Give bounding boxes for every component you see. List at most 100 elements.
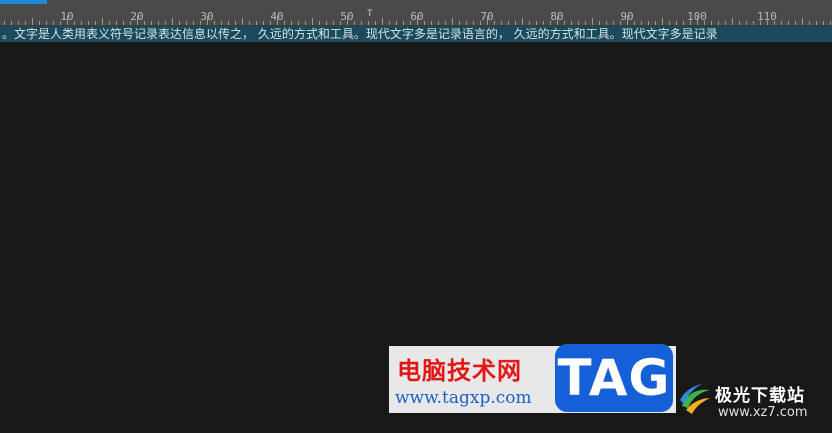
ruler-tick — [263, 21, 264, 25]
ruler-tick — [459, 21, 460, 25]
ruler-tick — [431, 21, 432, 25]
ruler-tick — [662, 18, 663, 25]
ruler-tick — [361, 21, 362, 25]
ruler-tick — [319, 21, 320, 25]
ruler-tick — [291, 21, 292, 25]
ruler-tick — [641, 21, 642, 25]
ruler-tick — [550, 21, 551, 25]
ruler-tick — [333, 21, 334, 25]
ruler-tick — [116, 21, 117, 25]
ruler-tick — [242, 18, 243, 25]
ruler-tick — [592, 18, 593, 25]
ruler-tick — [473, 21, 474, 25]
tab-stop-marker[interactable]: T — [367, 10, 372, 19]
ruler-tick — [403, 21, 404, 25]
ruler-tick — [340, 21, 341, 25]
ruler-tick — [557, 16, 558, 25]
selected-text-line[interactable]: 。文字是人类用表义符号记录表达信息以传之， 久远的方式和工具。现代文字多是记录语… — [0, 26, 832, 42]
ruler-tick — [634, 21, 635, 25]
ruler-tick — [795, 21, 796, 25]
ruler-tick — [221, 21, 222, 25]
ruler-tick — [683, 21, 684, 25]
ruler-tick — [424, 21, 425, 25]
ruler-tick — [60, 21, 61, 25]
ruler-tick — [452, 18, 453, 25]
ruler-tick — [95, 21, 96, 25]
ruler-tick — [788, 21, 789, 25]
ruler-tick — [25, 21, 26, 25]
ruler-tick — [774, 21, 775, 25]
ruler-tick — [151, 21, 152, 25]
ruler-tick — [305, 21, 306, 25]
ruler-accent-bar — [0, 0, 47, 4]
ruler-tick — [235, 21, 236, 25]
ruler-tick — [753, 21, 754, 25]
ruler-tick — [46, 21, 47, 25]
ruler-tick — [228, 21, 229, 25]
horizontal-ruler[interactable]: 10 20 30 40 50 60 70 80 90 100 110 T — [0, 0, 832, 26]
ruler-tick — [375, 21, 376, 25]
ruler-tick — [536, 21, 537, 25]
ruler-tick — [389, 21, 390, 25]
ruler-tick — [312, 18, 313, 25]
ruler-tick — [172, 18, 173, 25]
ruler-tick — [823, 21, 824, 25]
ruler-tick — [585, 21, 586, 25]
ruler-tick — [578, 21, 579, 25]
ruler-tick — [200, 21, 201, 25]
ruler-tick — [207, 16, 208, 25]
ruler-tick — [760, 21, 761, 25]
ruler-tick — [746, 21, 747, 25]
watermark-url: www.tagxp.com — [395, 388, 532, 408]
ruler-tick — [809, 21, 810, 25]
ruler-tick — [298, 21, 299, 25]
ruler-tick — [697, 16, 698, 25]
ruler-tick — [655, 21, 656, 25]
ruler-tick — [501, 21, 502, 25]
ruler-tick — [648, 21, 649, 25]
ruler-tick — [711, 21, 712, 25]
ruler-tick — [18, 21, 19, 25]
ruler-tick — [123, 21, 124, 25]
ruler-tick — [606, 21, 607, 25]
ruler-tick — [494, 21, 495, 25]
ruler-tick — [144, 21, 145, 25]
ruler-tick — [739, 21, 740, 25]
ruler-tick — [438, 21, 439, 25]
ruler-tick — [214, 21, 215, 25]
ruler-tick — [396, 21, 397, 25]
ruler-tick — [508, 21, 509, 25]
watermark-tag-logo: TAG — [555, 344, 673, 412]
ruler-tick — [704, 21, 705, 25]
ruler-tick — [627, 16, 628, 25]
ruler-tick — [669, 21, 670, 25]
ruler-tick — [354, 21, 355, 25]
ruler-tick — [186, 21, 187, 25]
watermark-site-name: 电脑技术网 — [397, 357, 522, 385]
ruler-tick — [179, 21, 180, 25]
ruler-tick — [725, 21, 726, 25]
ruler-tick — [81, 21, 82, 25]
ruler-tick — [382, 18, 383, 25]
ruler-tick — [620, 21, 621, 25]
ruler-tick — [53, 21, 54, 25]
ruler-tick — [487, 16, 488, 25]
ruler-tick — [326, 21, 327, 25]
ruler-tick — [284, 21, 285, 25]
ruler-tick — [410, 21, 411, 25]
ruler-tick — [32, 18, 33, 25]
ruler-tick — [816, 21, 817, 25]
ruler-tick — [830, 21, 831, 25]
ruler-tick — [249, 21, 250, 25]
ruler-tick — [74, 21, 75, 25]
ruler-tick — [158, 21, 159, 25]
ruler-tick — [529, 21, 530, 25]
ruler-tick — [522, 18, 523, 25]
ruler-tick — [137, 16, 138, 25]
ruler-tick — [256, 21, 257, 25]
ruler-tick — [270, 21, 271, 25]
aurora-logo-icon — [680, 384, 710, 414]
ruler-tick — [445, 21, 446, 25]
ruler-tick — [571, 21, 572, 25]
ruler-tick — [102, 18, 103, 25]
